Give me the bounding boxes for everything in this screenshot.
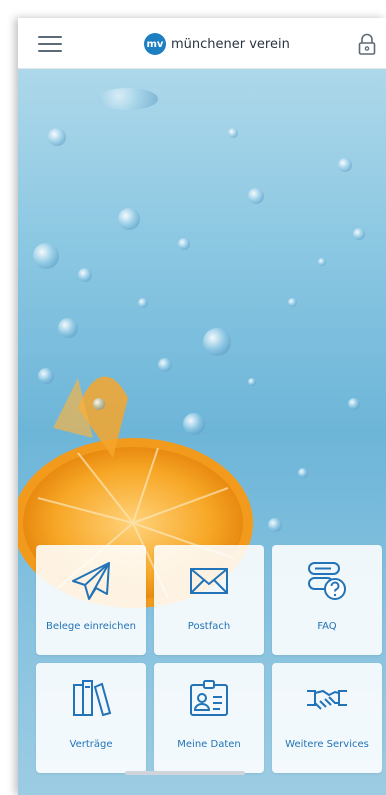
bubble (98, 88, 158, 110)
bubble (298, 468, 308, 478)
bubble (228, 128, 238, 138)
bubble (93, 398, 105, 410)
tile-postfach[interactable]: Postfach (154, 545, 264, 655)
tile-label: Weitere Services (285, 739, 369, 750)
bubble (48, 128, 66, 146)
tile-label: Postfach (187, 621, 231, 632)
logo-badge: mv (144, 33, 166, 55)
bubble (353, 228, 365, 240)
tile-vertraege[interactable]: Verträge (36, 663, 146, 773)
tile-weitere-services[interactable]: Weitere Services (272, 663, 382, 773)
lock-icon[interactable] (357, 33, 377, 55)
paper-plane-icon (72, 562, 110, 600)
bubble (248, 378, 256, 386)
faq-icon (308, 562, 346, 600)
bubble (38, 368, 54, 384)
tile-label: Verträge (69, 739, 113, 750)
books-icon (73, 680, 112, 717)
bubble (78, 268, 92, 282)
bubble (248, 188, 264, 204)
bubble (118, 208, 140, 230)
bubble (338, 158, 352, 172)
bubble (178, 238, 190, 250)
app-screen: mv münchener verein Belege einreichen Po… (18, 18, 386, 795)
bubble (318, 258, 326, 266)
bubble (33, 243, 59, 269)
bubble (58, 318, 78, 338)
tile-faq[interactable]: FAQ (272, 545, 382, 655)
home-indicator[interactable] (125, 771, 245, 775)
envelope-icon (190, 568, 228, 594)
brand-name: münchener verein (171, 36, 290, 52)
bubble (183, 413, 205, 435)
tile-label: Belege einreichen (45, 621, 137, 632)
bubble (138, 298, 148, 308)
tile-belege-einreichen[interactable]: Belege einreichen (36, 545, 146, 655)
bubble (288, 298, 297, 307)
bubble (158, 358, 172, 372)
brand-logo: mv münchener verein (144, 33, 290, 55)
id-card-icon (190, 680, 228, 716)
tile-label: Meine Daten (177, 739, 241, 750)
bubble (203, 328, 231, 356)
app-header: mv münchener verein (18, 18, 386, 69)
tile-label: FAQ (317, 621, 337, 632)
hamburger-icon[interactable] (38, 36, 62, 52)
handshake-icon (307, 689, 347, 710)
bubble (348, 398, 360, 410)
tile-meine-daten[interactable]: Meine Daten (154, 663, 264, 773)
bubble (268, 518, 282, 532)
